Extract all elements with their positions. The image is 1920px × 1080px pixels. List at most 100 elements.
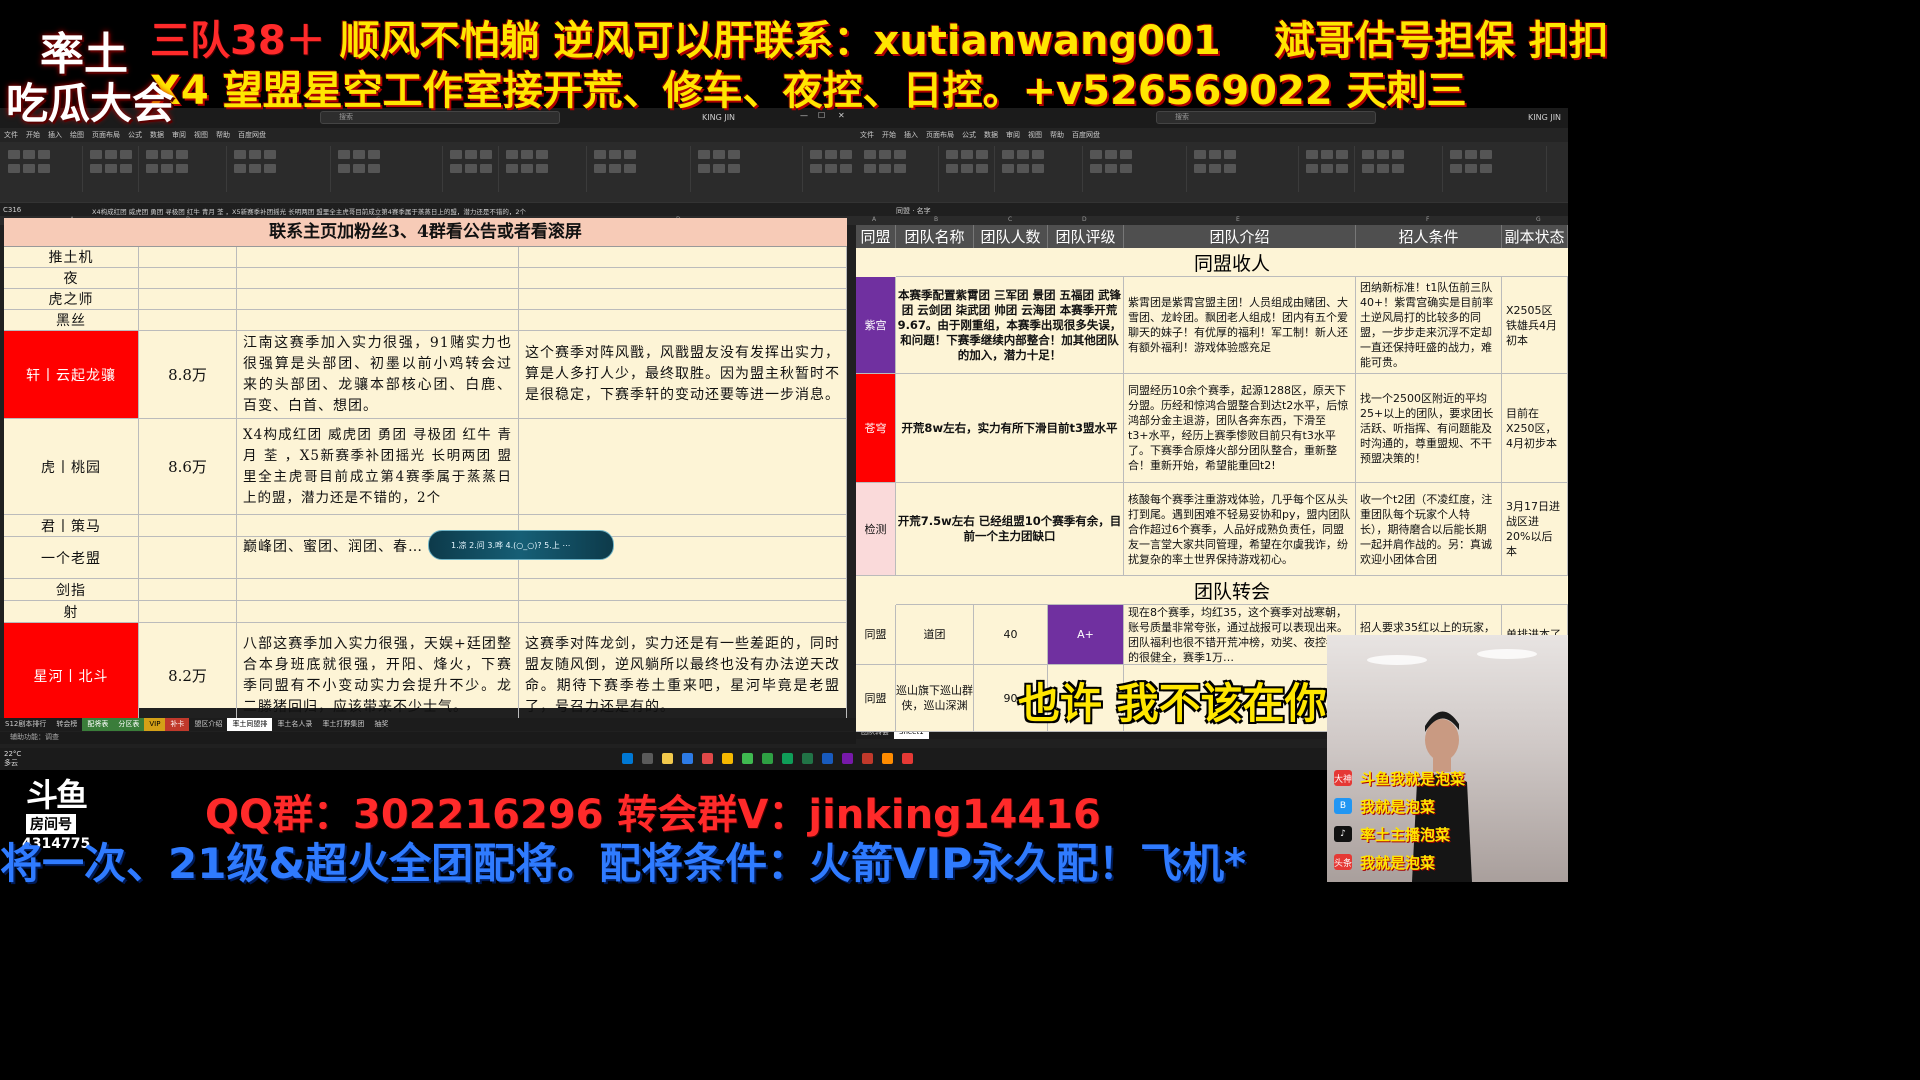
- ribbon-tool-icon[interactable]: [961, 164, 973, 173]
- ribbon-tool-icon[interactable]: [609, 150, 621, 159]
- ribbon-tool-icon[interactable]: [1450, 150, 1462, 159]
- ribbon-tool-icon[interactable]: [506, 164, 518, 173]
- column-header[interactable]: 同盟: [856, 225, 896, 248]
- left-menu-item[interactable]: 审阅: [172, 131, 186, 139]
- ribbon-tool-icon[interactable]: [23, 150, 35, 159]
- taskbar-app-icon[interactable]: [902, 753, 913, 764]
- taskbar-app-icon[interactable]: [622, 753, 633, 764]
- weather-widget[interactable]: 22°C 多云: [4, 750, 21, 768]
- ribbon-tool-icon[interactable]: [338, 164, 350, 173]
- team-name-cell[interactable]: 道团: [896, 605, 974, 665]
- ribbon-tool-icon[interactable]: [1465, 164, 1477, 173]
- right-col-a[interactable]: A: [872, 216, 876, 223]
- ribbon-tool-icon[interactable]: [249, 150, 261, 159]
- ribbon-tool-icon[interactable]: [698, 150, 710, 159]
- ribbon-tool-icon[interactable]: [810, 150, 822, 159]
- right-col-d[interactable]: D: [1082, 216, 1087, 223]
- ribbon-tool-icon[interactable]: [521, 164, 533, 173]
- team-grade-cell[interactable]: A+: [1048, 605, 1124, 665]
- right-col-e[interactable]: E: [1236, 216, 1240, 223]
- team-intro-cell[interactable]: 紫霄团是紫霄宫盟主团！人员组成由赌团、大雪团、龙岭团。飘团老人组成！团内有五个爱…: [1124, 277, 1356, 374]
- alliance-overview-cell[interactable]: 开荒8w左右，实力有所下滑目前t3盟水平: [896, 374, 1124, 483]
- ribbon-tool-icon[interactable]: [105, 150, 117, 159]
- left-menu-item[interactable]: 开始: [26, 131, 40, 139]
- strength-cell[interactable]: [139, 268, 237, 289]
- column-header[interactable]: 团队人数: [974, 225, 1048, 248]
- ribbon-tool-icon[interactable]: [105, 164, 117, 173]
- ribbon-tool-icon[interactable]: [450, 164, 462, 173]
- ribbon-tool-icon[interactable]: [1120, 164, 1132, 173]
- ribbon-tool-icon[interactable]: [1377, 150, 1389, 159]
- ribbon-tool-icon[interactable]: [1480, 150, 1492, 159]
- strength-cell[interactable]: [139, 579, 237, 601]
- left-menu-item[interactable]: 绘图: [70, 131, 84, 139]
- ribbon-tool-icon[interactable]: [624, 164, 636, 173]
- ribbon-tool-icon[interactable]: [1224, 164, 1236, 173]
- right-menu-item[interactable]: 数据: [984, 131, 998, 139]
- ribbon-tool-icon[interactable]: [1002, 164, 1014, 173]
- left-menu-item[interactable]: 插入: [48, 131, 62, 139]
- strength-cell[interactable]: 8.6万: [139, 419, 237, 515]
- recruit-condition-cell[interactable]: 收一个t2团（不凌红度，注重团队每个玩家个人特长），期待磨合以后能长期一起并肩作…: [1356, 483, 1502, 576]
- ribbon-tool-icon[interactable]: [353, 164, 365, 173]
- instance-status-cell[interactable]: 目前在X250区，4月初步本: [1502, 374, 1568, 483]
- alliance-name-cell[interactable]: 剑指: [4, 579, 139, 601]
- section-header[interactable]: 同盟收人: [896, 249, 1568, 277]
- ribbon-tool-icon[interactable]: [536, 164, 548, 173]
- column-header[interactable]: 招人条件: [1356, 225, 1502, 248]
- strength-cell[interactable]: [139, 537, 237, 579]
- alliance-name-cell[interactable]: 君丨策马: [4, 515, 139, 537]
- taskbar-app-icon[interactable]: [882, 753, 893, 764]
- ribbon-tool-icon[interactable]: [840, 150, 852, 159]
- strength-cell[interactable]: [139, 601, 237, 623]
- ribbon-tool-icon[interactable]: [1017, 164, 1029, 173]
- ribbon-tool-icon[interactable]: [480, 150, 492, 159]
- strength-cell[interactable]: 8.2万: [139, 623, 237, 729]
- ribbon-tool-icon[interactable]: [864, 164, 876, 173]
- team-intro-cell[interactable]: 现在8个赛季，均红35，这个赛季对战寒朝，账号质量非常夸张，通过战报可以表现出来…: [1124, 605, 1356, 665]
- ribbon-tool-icon[interactable]: [825, 150, 837, 159]
- strength-cell[interactable]: [139, 289, 237, 310]
- alliance-name-cell[interactable]: 推土机: [4, 247, 139, 268]
- ribbon-tool-icon[interactable]: [146, 150, 158, 159]
- ribbon-tool-icon[interactable]: [521, 150, 533, 159]
- ribbon-tool-icon[interactable]: [1450, 164, 1462, 173]
- right-col-f[interactable]: F: [1426, 216, 1429, 223]
- taskbar-app-icon[interactable]: [842, 753, 853, 764]
- ribbon-tool-icon[interactable]: [38, 150, 50, 159]
- ribbon-tool-icon[interactable]: [894, 164, 906, 173]
- outlook-cell[interactable]: [519, 579, 847, 601]
- strength-cell[interactable]: [139, 247, 237, 268]
- ribbon-tool-icon[interactable]: [368, 164, 380, 173]
- strength-cell[interactable]: [139, 515, 237, 537]
- description-cell[interactable]: 江南这赛季加入实力很强，91赌实力也很强算是头部团、初墨以前小鸡转会过来的头部团…: [237, 331, 519, 419]
- ribbon-tool-icon[interactable]: [1362, 164, 1374, 173]
- right-formula-text[interactable]: 同盟 · 名字: [896, 206, 931, 216]
- ribbon-tool-icon[interactable]: [8, 164, 20, 173]
- alliance-overview-cell[interactable]: 开荒7.5w左右 已经组盟10个赛季有余，目前一个主力团缺口: [896, 483, 1124, 576]
- ribbon-tool-icon[interactable]: [1032, 164, 1044, 173]
- ribbon-tool-icon[interactable]: [894, 150, 906, 159]
- ribbon-tool-icon[interactable]: [1090, 150, 1102, 159]
- description-cell[interactable]: [237, 310, 519, 331]
- outlook-cell[interactable]: [519, 419, 847, 515]
- ribbon-tool-icon[interactable]: [594, 150, 606, 159]
- ribbon-tool-icon[interactable]: [698, 164, 710, 173]
- right-menu-item[interactable]: 页面布局: [926, 131, 954, 139]
- left-formula-text[interactable]: X4构成红团 威虎团 勇团 寻极团 红牛 青月 荃 ，X5新赛季补团摇光 长明两…: [92, 206, 526, 216]
- right-col-g[interactable]: G: [1536, 216, 1541, 223]
- ribbon-tool-icon[interactable]: [879, 150, 891, 159]
- ribbon-tool-icon[interactable]: [176, 150, 188, 159]
- ribbon-tool-icon[interactable]: [624, 150, 636, 159]
- left-menu-item[interactable]: 帮助: [216, 131, 230, 139]
- taskbar-app-icon[interactable]: [742, 753, 753, 764]
- ribbon-tool-icon[interactable]: [23, 164, 35, 173]
- description-cell[interactable]: [237, 579, 519, 601]
- sheet-tab[interactable]: 抽奖: [369, 718, 393, 731]
- instance-status-cell[interactable]: X2505区铁雄兵4月初本: [1502, 277, 1568, 374]
- ribbon-tool-icon[interactable]: [161, 150, 173, 159]
- outlook-cell[interactable]: 这个赛季对阵风戬，风戬盟友没有发挥出实力，算是人多打人少，最终取胜。因为盟主秋暂…: [519, 331, 847, 419]
- right-formula-bar[interactable]: 同盟 · 名字: [856, 202, 1568, 217]
- ribbon-tool-icon[interactable]: [728, 164, 740, 173]
- team-intro-cell[interactable]: 同盟经历10余个赛季，起源1288区，原天下分盟。历经和惊鸿合盟整合到达t2水平…: [1124, 374, 1356, 483]
